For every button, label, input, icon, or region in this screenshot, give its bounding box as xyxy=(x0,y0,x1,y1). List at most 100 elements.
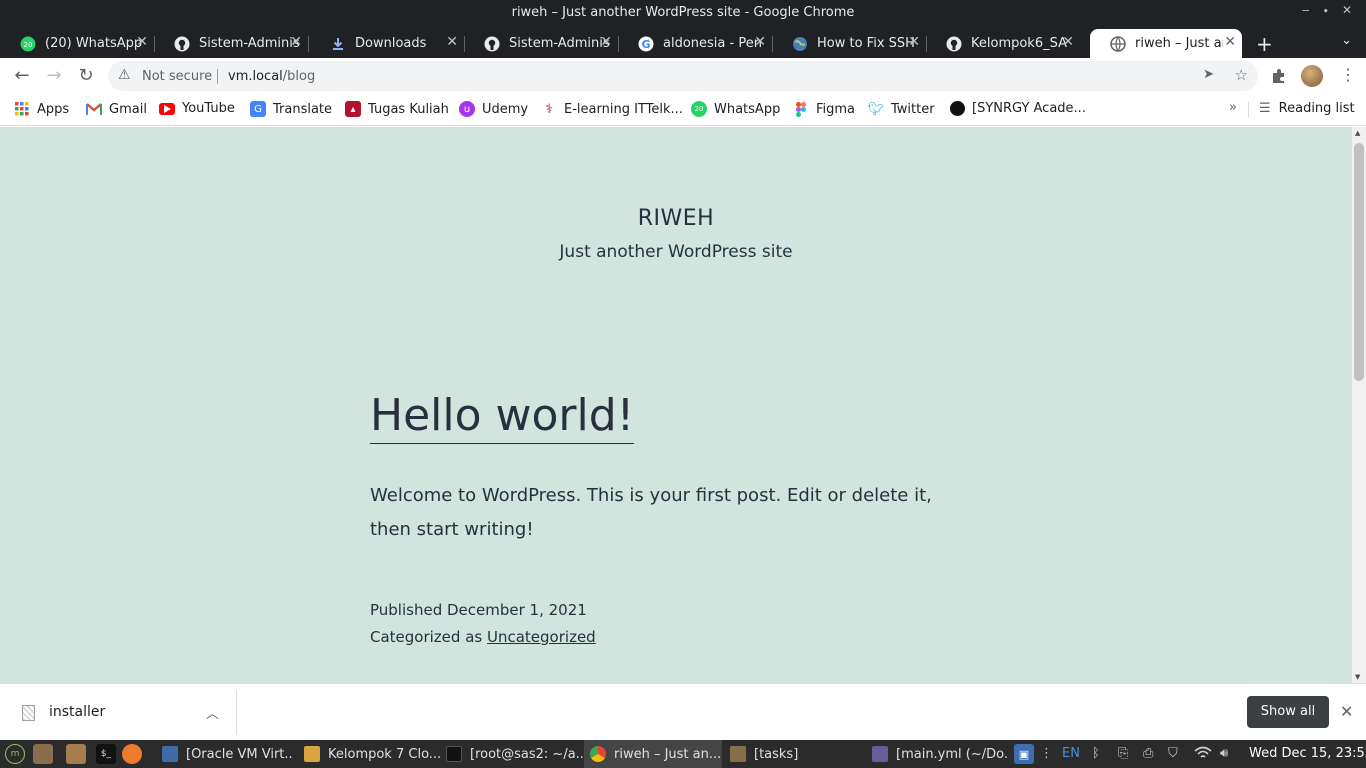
tab-close-icon[interactable]: ✕ xyxy=(600,34,612,50)
taskbar-window-terminal[interactable]: [root@sas2: ~/a... xyxy=(440,740,584,768)
bookmark-figma[interactable]: Figma xyxy=(793,101,855,117)
folder-icon[interactable] xyxy=(66,744,86,764)
url-text[interactable]: vm.local/blog xyxy=(228,69,315,84)
tab-whatsapp[interactable]: 20 (20) WhatsApp ✕ xyxy=(0,29,155,58)
address-bar[interactable]: ⚠ Not secure vm.local/blog ➤ ☆ xyxy=(108,61,1258,91)
synrgy-icon xyxy=(950,101,965,116)
new-tab-plus-icon[interactable]: + xyxy=(1256,32,1273,56)
profile-avatar[interactable] xyxy=(1301,65,1323,87)
bookmark-star-icon[interactable]: ☆ xyxy=(1235,66,1248,84)
folder-icon: ▴ xyxy=(345,101,361,117)
send-tab-icon[interactable]: ➤ xyxy=(1203,67,1214,82)
window-title: riweh – Just another WordPress site - Go… xyxy=(511,5,855,20)
chevron-up-icon[interactable]: ︿ xyxy=(206,703,219,722)
keyboard-layout-indicator[interactable]: EN xyxy=(1062,746,1080,761)
scrollbar-thumb[interactable] xyxy=(1354,143,1364,381)
shield-icon[interactable]: ⛉ xyxy=(1168,746,1178,761)
page-content: RIWEH Just another WordPress site Hello … xyxy=(0,127,1352,683)
tab-riweh-active[interactable]: riweh – Just anc ✕ xyxy=(1090,29,1242,58)
tab-how-to-fix-ssh[interactable]: How to Fix SSH ✕ xyxy=(772,29,927,58)
tab-label: aldonesia - Pen xyxy=(663,36,762,51)
taskbar-window-chrome[interactable]: riweh – Just an... xyxy=(584,740,722,768)
reload-icon[interactable]: ↻ xyxy=(73,64,99,88)
svg-text:G: G xyxy=(641,38,650,51)
reading-list-button[interactable]: ☰ Reading list xyxy=(1259,101,1355,116)
taskbar-window-kelompok7[interactable]: Kelompok 7 Clo... xyxy=(298,740,440,768)
forward-arrow-icon[interactable]: → xyxy=(41,64,67,88)
tab-close-icon[interactable]: ✕ xyxy=(908,34,920,50)
bookmark-synrgy[interactable]: [SYNRGY Acade... xyxy=(950,101,1086,116)
whatsapp-icon: 20 xyxy=(20,36,36,52)
youtube-icon xyxy=(159,102,175,115)
bookmarks-overflow-chevron-icon[interactable]: » xyxy=(1229,100,1237,115)
tab-close-icon[interactable]: ✕ xyxy=(446,34,458,50)
tab-aldonesia[interactable]: G aldonesia - Pen ✕ xyxy=(618,29,773,58)
virtualbox-icon xyxy=(162,746,178,762)
tab-close-icon[interactable]: ✕ xyxy=(1224,34,1236,50)
clock[interactable]: Wed Dec 15, 23:52 xyxy=(1249,746,1366,761)
scroll-up-arrow-icon[interactable]: ▲ xyxy=(1355,129,1360,137)
bookmarks-bar: Apps Gmail YouTube G Translate ▴ Tugas K… xyxy=(0,94,1366,126)
bookmark-gmail[interactable]: Gmail xyxy=(86,101,147,117)
categorized-prefix: Categorized as xyxy=(370,628,483,646)
taskbar-window-tasks[interactable]: [tasks] xyxy=(724,740,864,768)
minimize-icon[interactable]: ‒ xyxy=(1302,3,1310,18)
tab-sistem-adminis-1[interactable]: Sistem-Adminis ✕ xyxy=(154,29,309,58)
tab-downloads[interactable]: Downloads ✕ xyxy=(310,29,465,58)
google-icon: G xyxy=(638,36,654,52)
bookmark-apps[interactable]: Apps xyxy=(14,101,69,117)
site-description: Just another WordPress site xyxy=(559,242,793,262)
files-icon[interactable] xyxy=(33,744,53,764)
wifi-icon[interactable] xyxy=(1194,746,1212,764)
tab-label: Sistem-Adminis xyxy=(509,36,609,51)
tab-close-icon[interactable]: ✕ xyxy=(290,34,302,50)
bookmark-youtube[interactable]: YouTube xyxy=(159,101,235,116)
extensions-puzzle-icon[interactable] xyxy=(1271,68,1287,88)
mint-menu-icon[interactable]: ⅿ xyxy=(5,744,25,764)
show-all-button[interactable]: Show all xyxy=(1247,696,1329,728)
clipboard-icon[interactable]: ⎘ xyxy=(1118,746,1128,761)
volume-icon[interactable]: 🔊︎ xyxy=(1220,746,1228,761)
tab-close-icon[interactable]: ✕ xyxy=(1062,34,1074,50)
bookmark-udemy[interactable]: u Udemy xyxy=(459,101,528,117)
globe-icon xyxy=(1110,35,1126,52)
bookmark-elearning[interactable]: ⚕ E-learning ITTelk... xyxy=(541,101,682,117)
bookmark-label: Translate xyxy=(273,101,333,117)
svg-text:20: 20 xyxy=(24,41,33,49)
back-arrow-icon[interactable]: ← xyxy=(9,64,35,88)
tab-sistem-adminis-2[interactable]: Sistem-Adminis ✕ xyxy=(464,29,619,58)
post-meta: Published December 1, 2021 Categorized a… xyxy=(370,597,596,651)
bookmark-twitter[interactable]: 🐦︎ Twitter xyxy=(868,101,935,117)
bookmark-whatsapp[interactable]: 20 WhatsApp xyxy=(691,101,780,117)
post-title-link[interactable]: Hello world! xyxy=(370,389,635,444)
download-file-name[interactable]: installer xyxy=(49,704,105,720)
kebab-menu-icon[interactable]: ⋮ xyxy=(1340,66,1356,84)
browser-toolbar: ← → ↻ ⚠ Not secure vm.local/blog ➤ ☆ ⋮ xyxy=(0,58,1366,94)
screenshot-camera-icon[interactable]: ▣ xyxy=(1014,744,1034,764)
close-icon[interactable]: ✕ xyxy=(1342,3,1352,18)
page-scrollbar[interactable]: ▲ ▼ xyxy=(1352,127,1366,683)
tab-search-chevron-icon[interactable]: ⌄ xyxy=(1341,33,1352,48)
tab-close-icon[interactable]: ✕ xyxy=(754,34,766,50)
bluetooth-icon[interactable]: ᛒ xyxy=(1092,746,1100,761)
terminal-icon[interactable]: $_ xyxy=(96,744,116,764)
bookmark-translate[interactable]: G Translate xyxy=(250,101,332,117)
tab-close-icon[interactable]: ✕ xyxy=(136,34,148,50)
bookmark-tugas-kuliah[interactable]: ▴ Tugas Kuliah xyxy=(345,101,449,117)
tab-kelompok6[interactable]: Kelompok6_SA ✕ xyxy=(926,29,1080,58)
site-title[interactable]: RIWEH xyxy=(0,206,1352,231)
update-manager-icon[interactable]: ⎙ xyxy=(1143,746,1153,761)
scroll-down-arrow-icon[interactable]: ▼ xyxy=(1355,673,1360,681)
close-icon[interactable]: ✕ xyxy=(1340,702,1353,721)
taskbar-window-virtualbox[interactable]: [Oracle VM Virt... xyxy=(156,740,294,768)
firefox-icon[interactable] xyxy=(122,744,142,764)
bookmark-label: Figma xyxy=(816,101,856,117)
restore-icon[interactable]: ⬩ xyxy=(1324,3,1328,18)
warning-triangle-icon[interactable]: ⚠ xyxy=(118,67,131,83)
security-status[interactable]: Not secure xyxy=(142,69,212,84)
category-link[interactable]: Uncategorized xyxy=(487,628,596,646)
post-body: Welcome to WordPress. This is your first… xyxy=(370,485,932,540)
github-icon xyxy=(174,36,190,52)
taskbar-window-editor[interactable]: [main.yml (~/Do... xyxy=(866,740,1008,768)
folder-icon xyxy=(730,746,746,762)
